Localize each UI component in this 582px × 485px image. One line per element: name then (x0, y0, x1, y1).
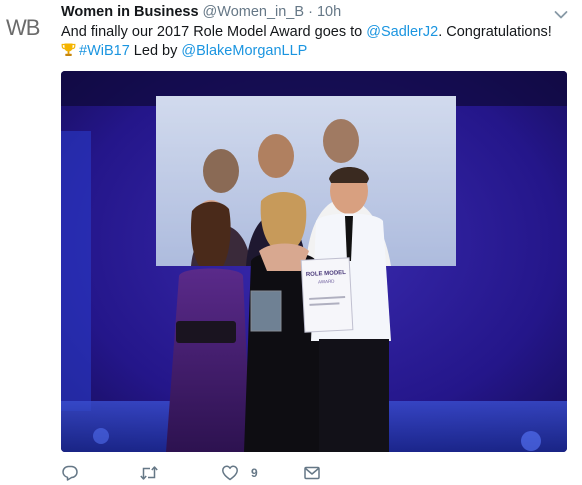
avatar[interactable]: WB (6, 15, 48, 40)
display-name[interactable]: Women in Business (61, 4, 199, 20)
trophy-icon (61, 42, 76, 57)
tweet-line-2: #WiB17 Led by @BlakeMorganLLP (61, 42, 561, 61)
timestamp[interactable]: 10h (317, 4, 341, 20)
mention-link[interactable]: @BlakeMorganLLP (181, 43, 307, 59)
direct-message-button[interactable] (303, 463, 321, 483)
hashtag-link[interactable]: #WiB17 (79, 43, 130, 59)
tweet-text-part: . Congratulations! (438, 24, 552, 40)
tweet-photo[interactable]: ROLE MODEL AWARD (61, 71, 567, 452)
retweet-icon (139, 464, 159, 482)
like-button[interactable]: 9 (221, 463, 258, 483)
tweet[interactable]: WB Women in Business @Women_in_B · 10h A… (0, 0, 582, 485)
separator-dot: · (308, 4, 313, 20)
reply-button[interactable] (61, 463, 79, 483)
certificate-subtitle: AWARD (318, 279, 335, 285)
tweet-actions: 9 (61, 463, 567, 483)
avatar-logo-text: WB (6, 15, 40, 40)
tweet-line-1: And finally our 2017 Role Model Award go… (61, 23, 561, 42)
heart-icon (221, 464, 239, 482)
user-handle[interactable]: @Women_in_B (203, 4, 305, 20)
retweet-button[interactable] (139, 463, 159, 483)
mention-link[interactable]: @SadlerJ2 (366, 24, 438, 40)
like-count: 9 (251, 466, 258, 480)
chevron-down-icon[interactable] (554, 7, 568, 19)
tweet-header: Women in Business @Women_in_B · 10h (61, 4, 341, 22)
tweet-text-part: Led by (129, 43, 182, 59)
tweet-text: And finally our 2017 Role Model Award go… (61, 23, 561, 61)
reply-icon (61, 464, 79, 482)
tweet-text-part: And finally our 2017 Role Model Award go… (61, 24, 367, 40)
envelope-icon (303, 464, 321, 482)
